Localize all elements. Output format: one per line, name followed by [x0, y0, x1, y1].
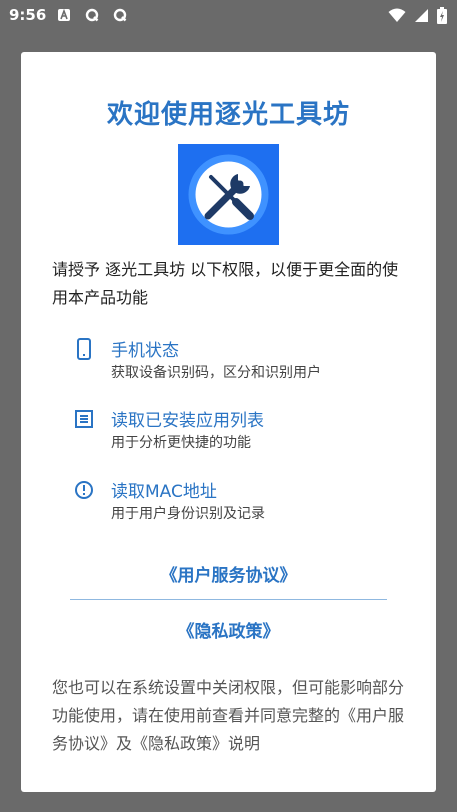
user-agreement-link[interactable]: 《用户服务协议》	[21, 561, 436, 586]
footer-note: 您也可以在系统设置中关闭权限，但可能影响部分功能使用，请在使用前查看并同意完整的…	[52, 678, 405, 753]
a-icon	[58, 8, 70, 21]
permission-desc: 用于用户身份识别及记录	[111, 506, 265, 522]
permission-title: 读取MAC地址	[111, 482, 217, 502]
permission-desc: 获取设备识别码，区分和识别用户	[111, 365, 321, 381]
link-divider	[70, 599, 387, 600]
permission-title: 手机状态	[111, 341, 179, 361]
alert-icon	[75, 481, 93, 499]
status-right-icons	[388, 7, 447, 24]
privacy-policy-link[interactable]: 《隐私政策》	[21, 617, 436, 642]
permission-mac-address: 读取MAC地址 用于用户身份识别及记录	[73, 477, 413, 527]
permission-installed-apps: 读取已安装应用列表 用于分析更快捷的功能	[73, 406, 413, 456]
wifi-icon	[388, 8, 406, 22]
wrench-screwdriver-icon	[178, 144, 279, 245]
signal-icon	[415, 9, 428, 22]
status-time: 9:56	[9, 6, 47, 24]
q-icon	[113, 8, 127, 22]
list-icon	[75, 410, 93, 428]
permission-dialog: 欢迎使用逐光工具坊 请授予 逐光工具坊 以下权限，以便于更全面的使用本产品功能 …	[21, 52, 436, 792]
permission-phone-state: 手机状态 获取设备识别码，区分和识别用户	[73, 336, 413, 386]
q-icon	[85, 8, 99, 22]
permission-desc: 用于分析更快捷的功能	[111, 435, 251, 451]
status-left-icons	[57, 8, 127, 22]
battery-charging-icon	[437, 7, 447, 24]
intro-text: 请授予 逐光工具坊 以下权限，以便于更全面的使用本产品功能	[52, 260, 399, 307]
permission-title: 读取已安装应用列表	[111, 411, 264, 431]
phone-icon	[77, 338, 91, 360]
dialog-title: 欢迎使用逐光工具坊	[106, 100, 350, 130]
status-bar: 9:56	[0, 0, 457, 34]
